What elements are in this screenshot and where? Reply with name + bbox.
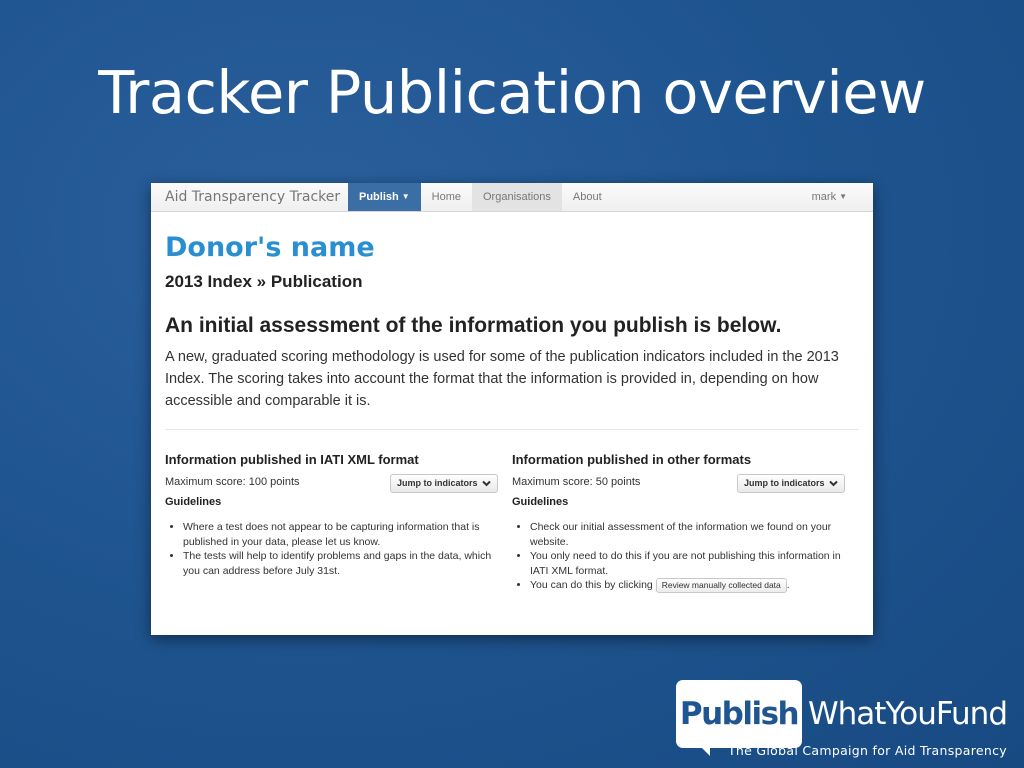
navbar-brand[interactable]: Aid Transparency Tracker (165, 189, 340, 205)
nav-items: Publish ▼ Home Organisations About (348, 183, 613, 211)
nav-item-organisations[interactable]: Organisations (472, 183, 562, 211)
user-name: mark (811, 191, 837, 203)
guidelines-list: Where a test does not appear to be captu… (165, 520, 506, 578)
logo-wordmark: WhatYouFund (808, 696, 1008, 732)
list-item: Where a test does not appear to be captu… (183, 520, 506, 549)
score-row: Maximum score: 100 points Jump to indica… (165, 473, 506, 495)
jump-to-indicators-button[interactable]: Jump to indicators (389, 474, 498, 493)
nav-item-label: Organisations (483, 191, 551, 203)
slide-title: Tracker Publication overview (98, 58, 926, 127)
breadcrumb: 2013 Index » Publication (165, 272, 363, 291)
user-menu[interactable]: mark ▼ (812, 183, 847, 211)
button-label: Jump to indicators (396, 478, 478, 488)
nav-item-label: Publish (359, 191, 399, 203)
column-heading: Information published in IATI XML format (165, 452, 419, 467)
list-item: The tests will help to identify problems… (183, 549, 506, 578)
score-row: Maximum score: 50 points Jump to indicat… (512, 473, 853, 495)
column-iati-xml: Information published in IATI XML format… (165, 452, 506, 593)
logo-box: Publish (676, 680, 802, 748)
description: A new, graduated scoring methodology is … (165, 349, 839, 409)
column-heading: Information published in other formats (512, 452, 752, 467)
chevron-down-icon (482, 480, 491, 486)
caret-down-icon: ▼ (401, 192, 410, 201)
column-other-formats: Information published in other formats M… (512, 452, 853, 594)
main-content: Donor's name 2013 Index » Publication An… (151, 232, 873, 594)
logo-box-text: Publish (679, 696, 800, 732)
list-item: You can do this by clicking Review manua… (530, 578, 853, 594)
donor-name: Donor's name (165, 232, 375, 263)
nav-item-publish[interactable]: Publish ▼ (348, 183, 421, 211)
list-item: You only need to do this if you are not … (530, 549, 853, 578)
tracker-screenshot: Aid Transparency Tracker Publish ▼ Home O… (151, 183, 873, 635)
nav-item-home[interactable]: Home (421, 183, 472, 211)
guidelines-heading: Guidelines (512, 496, 569, 508)
guidelines-heading: Guidelines (165, 496, 222, 508)
publish-what-you-fund-logo: Publish WhatYouFund The Global Campaign … (676, 680, 1016, 760)
nav-item-label: About (572, 191, 602, 203)
guidelines-list: Check our initial assessment of the info… (512, 520, 853, 594)
lead-heading: An initial assessment of the information… (165, 314, 782, 337)
list-item: Check our initial assessment of the info… (530, 520, 853, 549)
review-manually-collected-data-button[interactable]: Review manually collected data (655, 578, 787, 594)
chevron-down-icon (829, 480, 838, 486)
guideline-text: You can do this by clicking (530, 579, 653, 592)
nav-item-label: Home (431, 191, 461, 203)
guideline-text: . (786, 579, 790, 592)
max-score: Maximum score: 50 points (512, 476, 641, 488)
caret-down-icon: ▼ (839, 192, 847, 201)
columns: Information published in IATI XML format… (165, 452, 859, 594)
divider (165, 429, 859, 430)
logo-tagline: The Global Campaign for Aid Transparency (728, 743, 1007, 758)
max-score: Maximum score: 100 points (165, 476, 300, 488)
jump-to-indicators-button[interactable]: Jump to indicators (736, 474, 845, 493)
button-label: Jump to indicators (743, 478, 825, 488)
nav-item-about[interactable]: About (562, 183, 613, 211)
speech-bubble-tail (698, 744, 710, 756)
navbar: Aid Transparency Tracker Publish ▼ Home O… (151, 183, 873, 212)
